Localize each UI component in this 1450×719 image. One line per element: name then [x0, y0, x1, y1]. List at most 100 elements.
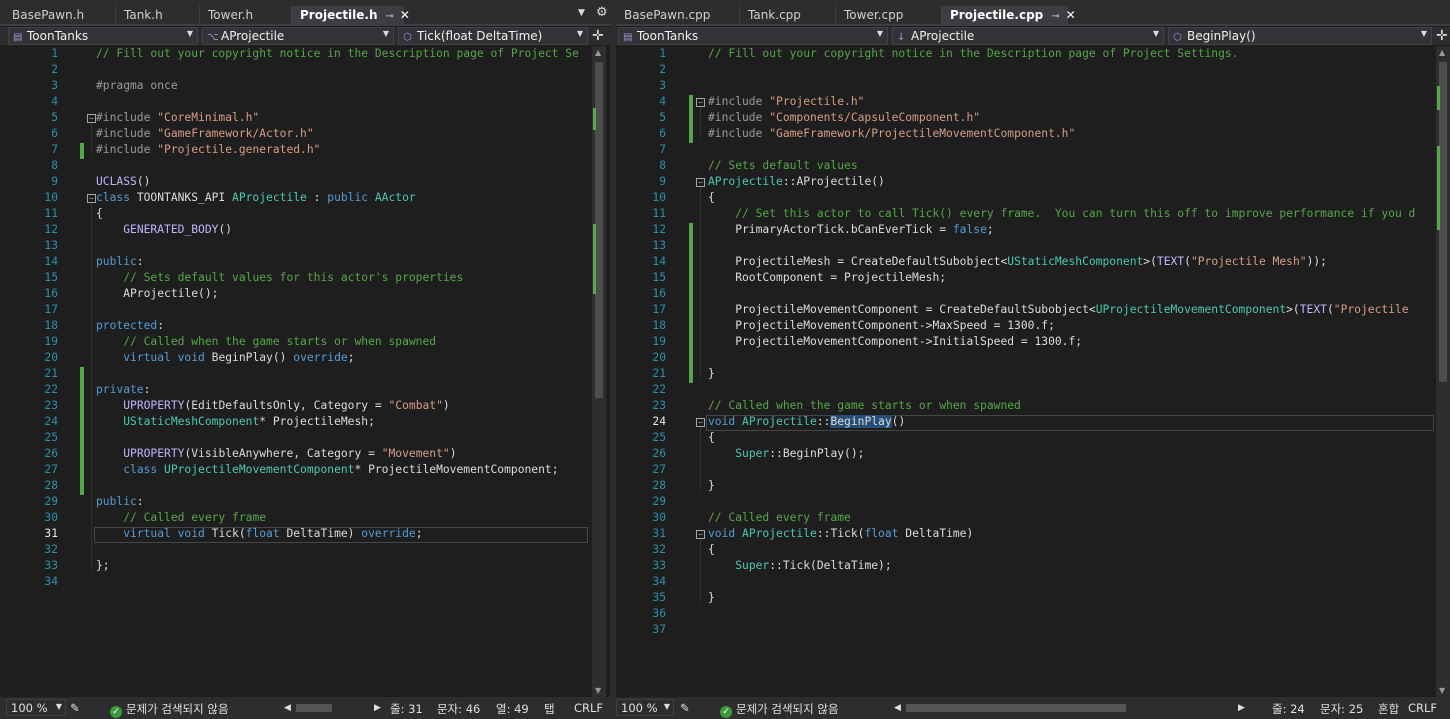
tab-tower-cpp[interactable]: Tower.cpp: [836, 6, 942, 24]
right-vertical-scrollbar[interactable]: ▲ ▼: [1436, 46, 1450, 697]
class-dropdown[interactable]: ↓ AProjectile ▼: [892, 27, 1164, 45]
pin-icon[interactable]: ⊸: [386, 11, 394, 22]
tab-projectile-h[interactable]: Projectile.h ⊸ ✕: [292, 6, 410, 26]
change-marker: [1437, 146, 1440, 230]
member-dropdown[interactable]: ⬡ BeginPlay() ▼: [1168, 27, 1432, 45]
code-line: PrimaryActorTick.bCanEverTick = false;: [708, 223, 994, 236]
collapse-icon[interactable]: −: [696, 178, 705, 187]
class-dropdown[interactable]: ⌥ AProjectile ▼: [202, 27, 394, 45]
scrollbar-thumb[interactable]: [906, 704, 1126, 712]
right-tab-bar: BasePawn.cpp Tank.cpp Tower.cpp Projecti…: [616, 0, 1450, 26]
line-number: 24: [44, 415, 58, 428]
left-horizontal-scrollbar[interactable]: [296, 704, 372, 712]
code-line: // Sets default values: [708, 159, 858, 172]
tab-tower-h[interactable]: Tower.h: [200, 6, 292, 24]
left-code-editor[interactable]: − − 1 // Fill out your copyright notice in …: [0, 46, 594, 697]
scroll-right-icon[interactable]: ▶: [374, 703, 381, 713]
fold-guide: [700, 188, 701, 380]
right-status-bar: 100 % ▼ ✎ ✓ 문제가 검색되지 않음 ◀ ▶ 줄: 24 문자: 25 혼…: [616, 697, 1450, 719]
issues-indicator[interactable]: ✓ 문제가 검색되지 않음: [110, 701, 229, 718]
project-dropdown[interactable]: ▤ ToonTanks ▼: [8, 27, 198, 45]
check-icon: ✓: [720, 706, 732, 718]
scrollbar-thumb[interactable]: [296, 704, 332, 712]
line-number: 13: [652, 239, 666, 252]
line-number: 31: [652, 527, 666, 540]
scrollbar-thumb[interactable]: [595, 62, 603, 398]
scroll-left-icon[interactable]: ◀: [894, 703, 901, 713]
tab-label: Tank.h: [124, 8, 163, 22]
char-indicator[interactable]: 문자: 46: [437, 701, 480, 717]
right-horizontal-scrollbar[interactable]: [906, 704, 1236, 712]
issues-indicator[interactable]: ✓ 문제가 검색되지 않음: [720, 701, 839, 718]
member-dropdown[interactable]: ⬡ Tick(float DeltaTime) ▼: [398, 27, 588, 45]
zoom-dropdown[interactable]: 100 % ▼: [6, 699, 66, 716]
left-vertical-scrollbar[interactable]: ▲ ▼: [592, 46, 606, 697]
line-indicator[interactable]: 줄: 24: [1272, 701, 1305, 717]
line-number: 32: [44, 543, 58, 556]
collapse-icon[interactable]: −: [696, 530, 705, 539]
code-line: UPROPERTY(EditDefaultsOnly, Category = "…: [123, 399, 450, 412]
brush-icon[interactable]: ✎: [70, 701, 80, 715]
pin-icon[interactable]: ⊸: [1051, 11, 1059, 22]
project-dropdown[interactable]: ▤ ToonTanks ▼: [618, 27, 888, 45]
line-number: 6: [51, 127, 58, 140]
eol-indicator[interactable]: CRLF: [574, 701, 603, 715]
scroll-down-icon[interactable]: ▼: [1439, 686, 1445, 695]
line-number: 17: [44, 303, 58, 316]
char-indicator[interactable]: 문자: 25: [1320, 701, 1363, 717]
close-icon[interactable]: ✕: [1066, 8, 1076, 22]
code-line: ProjectileMovementComponent->InitialSpee…: [708, 335, 1083, 348]
code-line: void AProjectile::Tick(float DeltaTime): [708, 527, 974, 540]
line-number: 19: [44, 335, 58, 348]
scrollbar-thumb[interactable]: [1439, 62, 1447, 382]
collapse-icon[interactable]: −: [696, 418, 705, 427]
project-icon: ▤: [623, 32, 633, 43]
line-number: 16: [44, 287, 58, 300]
scroll-right-icon[interactable]: ▶: [1238, 703, 1245, 713]
zoom-value: 100 %: [11, 701, 48, 715]
indent-indicator[interactable]: 탭: [544, 701, 555, 717]
code-line: class TOONTANKS_API AProjectile : public…: [96, 191, 416, 204]
line-number: 34: [44, 575, 58, 588]
split-window-icon[interactable]: ✛: [592, 28, 604, 44]
line-number: 7: [51, 143, 58, 156]
line-number: 22: [652, 383, 666, 396]
tab-label: Tower.h: [208, 8, 254, 22]
tab-basepawn-h[interactable]: BasePawn.h: [4, 6, 116, 24]
collapse-icon[interactable]: −: [87, 114, 96, 123]
method-icon: ⬡: [1173, 32, 1182, 43]
code-line: void AProjectile::BeginPlay(): [708, 415, 906, 428]
tab-tank-cpp[interactable]: Tank.cpp: [740, 6, 836, 24]
left-status-bar: 100 % ▼ ✎ ✓ 문제가 검색되지 않음 ◀ ▶ 줄: 31 문자: 46 열…: [0, 697, 610, 719]
gear-icon[interactable]: ⚙: [596, 5, 608, 20]
scroll-down-icon[interactable]: ▼: [595, 686, 601, 695]
code-line: // Fill out your copyright notice in the…: [708, 47, 1239, 60]
brush-icon[interactable]: ✎: [680, 701, 690, 715]
tab-basepawn-cpp[interactable]: BasePawn.cpp: [616, 6, 740, 24]
tab-overflow-icon[interactable]: ▼: [578, 8, 585, 18]
code-line: #include "Components/CapsuleComponent.h": [708, 111, 981, 124]
split-window-icon[interactable]: ✛: [1436, 28, 1448, 44]
right-code-editor[interactable]: − − − − 1 // Fill out your copyright notice i…: [616, 46, 1436, 697]
close-icon[interactable]: ✕: [400, 8, 410, 22]
fold-guide: [700, 428, 701, 492]
scroll-left-icon[interactable]: ◀: [284, 703, 291, 713]
zoom-dropdown[interactable]: 100 % ▼: [616, 699, 674, 716]
tab-projectile-cpp[interactable]: Projectile.cpp ⊸ ✕: [942, 6, 1076, 26]
scroll-up-icon[interactable]: ▲: [1439, 48, 1445, 57]
line-indicator[interactable]: 줄: 31: [390, 701, 423, 717]
code-line: };: [96, 559, 110, 572]
line-number: 33: [44, 559, 58, 572]
collapse-icon[interactable]: −: [696, 98, 705, 107]
collapse-icon[interactable]: −: [87, 194, 96, 203]
issues-text: 문제가 검색되지 않음: [126, 702, 229, 716]
tab-tank-h[interactable]: Tank.h: [116, 6, 200, 24]
code-line: // Sets default values for this actor's …: [123, 271, 464, 284]
scroll-up-icon[interactable]: ▲: [595, 48, 601, 57]
line-number: 26: [44, 447, 58, 460]
code-line: Super::Tick(DeltaTime);: [735, 559, 892, 572]
col-indicator[interactable]: 열: 49: [496, 701, 529, 717]
indent-indicator[interactable]: 혼합: [1378, 701, 1399, 717]
eol-indicator[interactable]: CRLF: [1408, 701, 1437, 715]
fold-guide: [700, 540, 701, 604]
